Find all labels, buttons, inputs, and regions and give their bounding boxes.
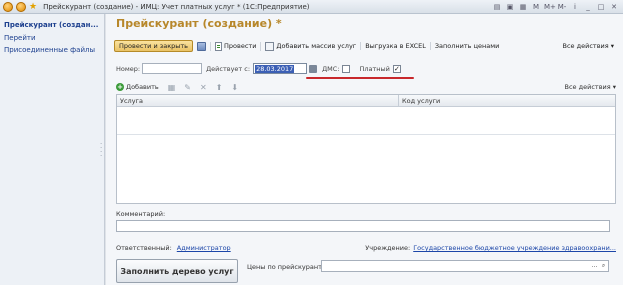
calendar-icon[interactable] bbox=[309, 64, 318, 73]
responsible-label: Ответственный: bbox=[116, 244, 172, 252]
form-toolbar: Провести и закрыть Провести Добавить мас… bbox=[114, 39, 614, 53]
window-titlebar: ★ Прейскурант (создание) - ИМЦ: Учет пла… bbox=[0, 0, 623, 14]
move-up-icon[interactable]: ⬆ bbox=[216, 83, 223, 92]
table-toolbar: + Добавить ▦ ✎ ✕ ⬆ ⬇ Все действия ▾ bbox=[116, 81, 616, 93]
institution-group: Учреждение: Государственное бюджетное уч… bbox=[365, 244, 616, 252]
app-dropdown-icon[interactable] bbox=[16, 1, 26, 12]
post-doc-icon bbox=[215, 41, 223, 51]
app-menu-icon[interactable] bbox=[3, 1, 13, 12]
delete-icon[interactable]: ✕ bbox=[200, 83, 207, 92]
page-title: Прейскурант (создание) * bbox=[116, 17, 282, 30]
column-service-header[interactable]: Услуга bbox=[117, 95, 399, 106]
left-nav-panel: Прейскурант (создан... Перейти Присоедин… bbox=[0, 14, 105, 285]
active-from-date-input[interactable]: 28.03.2017 bbox=[253, 63, 308, 74]
m-minus-icon[interactable]: M- bbox=[557, 2, 567, 12]
list-icon bbox=[265, 41, 275, 51]
table-header: Услуга Код услуги bbox=[117, 95, 615, 107]
minimize-icon[interactable]: _ bbox=[583, 2, 593, 12]
post-button[interactable]: Провести bbox=[210, 41, 260, 51]
add-row-button[interactable]: Добавить bbox=[126, 83, 159, 91]
favorite-star-icon[interactable]: ★ bbox=[29, 2, 37, 12]
search-icon[interactable]: ⌕ bbox=[599, 261, 608, 271]
column-code-header[interactable]: Код услуги bbox=[399, 95, 443, 106]
services-table[interactable]: Услуга Код услуги bbox=[116, 94, 616, 204]
nav-item-goto[interactable]: Перейти bbox=[0, 32, 104, 44]
institution-label: Учреждение: bbox=[365, 244, 411, 252]
dms-checkbox[interactable] bbox=[342, 64, 351, 73]
move-down-icon[interactable]: ⬇ bbox=[231, 83, 238, 92]
active-from-date-value: 28.03.2017 bbox=[255, 64, 295, 73]
copy-icon[interactable]: ▦ bbox=[168, 83, 176, 92]
save-icon[interactable] bbox=[197, 41, 207, 51]
fill-services-tree-button[interactable]: Заполнить дерево услуг bbox=[116, 259, 238, 283]
active-from-label: Действует с: bbox=[206, 64, 251, 73]
panel-resize-handle[interactable]: · · · · bbox=[100, 141, 104, 160]
m-plus-icon[interactable]: M+ bbox=[544, 2, 556, 12]
export-excel-button[interactable]: Выгрузка в EXCEL bbox=[360, 42, 430, 50]
paid-checkbox[interactable]: ✓ bbox=[392, 64, 401, 73]
dms-label: ДМС: bbox=[322, 64, 340, 73]
close-icon[interactable]: ✕ bbox=[609, 2, 619, 12]
save-state-icon[interactable]: ▣ bbox=[505, 2, 515, 12]
paid-label: Платный bbox=[359, 64, 390, 73]
calc-icon[interactable]: ▦ bbox=[518, 2, 528, 12]
row-separator bbox=[117, 134, 615, 135]
add-services-bulk-label: Добавить массив услуг bbox=[276, 42, 357, 50]
add-icon: + bbox=[116, 83, 124, 91]
header-fields-row: Номер: Действует с: 28.03.2017 ДМС: Плат… bbox=[116, 62, 616, 75]
add-services-bulk-button[interactable]: Добавить массив услуг bbox=[260, 41, 360, 51]
table-all-actions-menu[interactable]: Все действия ▾ bbox=[565, 83, 616, 91]
institution-link[interactable]: Государственное бюджетное учреждение здр… bbox=[413, 244, 616, 252]
number-input[interactable] bbox=[142, 63, 203, 74]
nav-item-current-form[interactable]: Прейскурант (создан... bbox=[0, 18, 104, 32]
responsible-link[interactable]: Администратор bbox=[177, 244, 231, 252]
window-title: Прейскурант (создание) - ИМЦ: Учет платн… bbox=[43, 2, 310, 11]
m-icon[interactable]: M bbox=[531, 2, 541, 12]
comment-label: Комментарий: bbox=[116, 210, 166, 218]
doc-icon[interactable]: ▤ bbox=[492, 2, 502, 12]
price-list-label: Цены по прейскуранту: bbox=[247, 263, 328, 271]
edit-icon[interactable]: ✎ bbox=[184, 83, 191, 92]
all-actions-menu[interactable]: Все действия ▾ bbox=[563, 42, 614, 50]
dots-icon[interactable]: … bbox=[590, 261, 599, 271]
info-icon[interactable]: i bbox=[570, 2, 580, 12]
highlight-underline bbox=[306, 77, 414, 79]
post-button-label: Провести bbox=[224, 42, 257, 50]
number-label: Номер: bbox=[116, 64, 141, 73]
price-list-input[interactable]: … ⌕ bbox=[321, 260, 609, 272]
comment-input[interactable] bbox=[116, 220, 610, 232]
responsible-row: Ответственный: Администратор Учреждение:… bbox=[116, 243, 616, 253]
post-and-close-button[interactable]: Провести и закрыть bbox=[114, 40, 194, 52]
nav-item-attached-files[interactable]: Присоединенные файлы bbox=[0, 44, 104, 56]
maximize-icon[interactable]: □ bbox=[596, 2, 606, 12]
fill-prices-button[interactable]: Заполнить ценами bbox=[429, 42, 503, 50]
form-area: Прейскурант (создание) * Провести и закр… bbox=[106, 14, 623, 285]
